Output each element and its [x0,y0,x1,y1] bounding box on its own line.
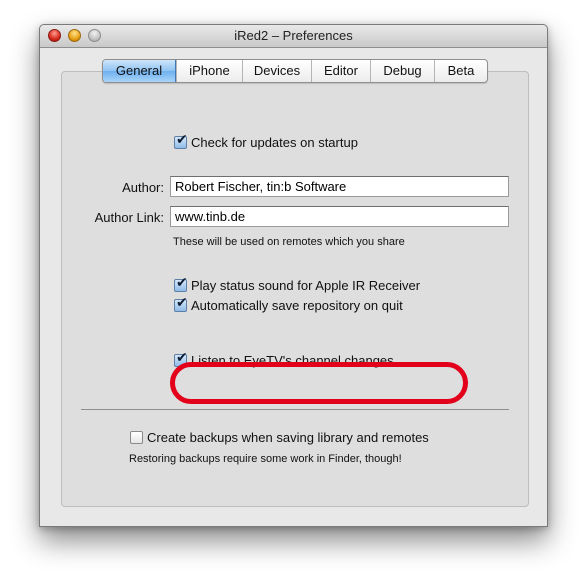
play-sound-checkbox[interactable]: ✔ Play status sound for Apple IR Receive… [174,275,421,293]
window-title: iRed2 – Preferences [234,28,353,43]
tab-bar: General iPhone Devices Editor Debug Beta [102,59,488,83]
checkbox-box[interactable]: ✔ [174,275,188,292]
tab-debug[interactable]: Debug [370,60,434,82]
checkbox-box[interactable]: ✔ [174,295,188,312]
author-label: Author: [122,180,164,195]
preferences-window: iRed2 – Preferences ✔ Check for updates … [39,24,548,527]
checkbox-box[interactable] [130,431,143,444]
play-sound-label: Play status sound for Apple IR Receiver [191,278,421,293]
backups-checkbox[interactable]: Create backups when saving library and r… [130,430,429,445]
backups-label: Create backups when saving library and r… [147,430,429,445]
share-note: These will be used on remotes which you … [173,236,405,248]
backups-note: Restoring backups require some work in F… [129,453,402,465]
tab-iphone[interactable]: iPhone [176,60,242,82]
check-updates-label: Check for updates on startup [191,135,358,150]
checkmark-icon: ✔ [176,295,188,311]
tab-general[interactable]: General [103,60,176,82]
author-input[interactable] [170,176,509,197]
title-bar[interactable]: iRed2 – Preferences [40,25,547,48]
tab-devices[interactable]: Devices [242,60,311,82]
auto-save-label: Automatically save repository on quit [191,298,403,313]
checkbox-box[interactable]: ✔ [174,132,188,149]
check-updates-checkbox[interactable]: ✔ Check for updates on startup [174,132,358,150]
checkmark-icon: ✔ [176,275,188,291]
tab-content-panel: ✔ Check for updates on startup Author: A… [61,71,529,507]
tab-editor[interactable]: Editor [311,60,370,82]
section-divider [81,409,509,410]
tab-beta[interactable]: Beta [434,60,487,82]
author-link-input[interactable] [170,206,509,227]
auto-save-checkbox[interactable]: ✔ Automatically save repository on quit [174,295,403,313]
red-highlight-annotation [170,362,468,404]
author-link-label: Author Link: [94,210,164,225]
checkmark-icon: ✔ [176,132,188,148]
